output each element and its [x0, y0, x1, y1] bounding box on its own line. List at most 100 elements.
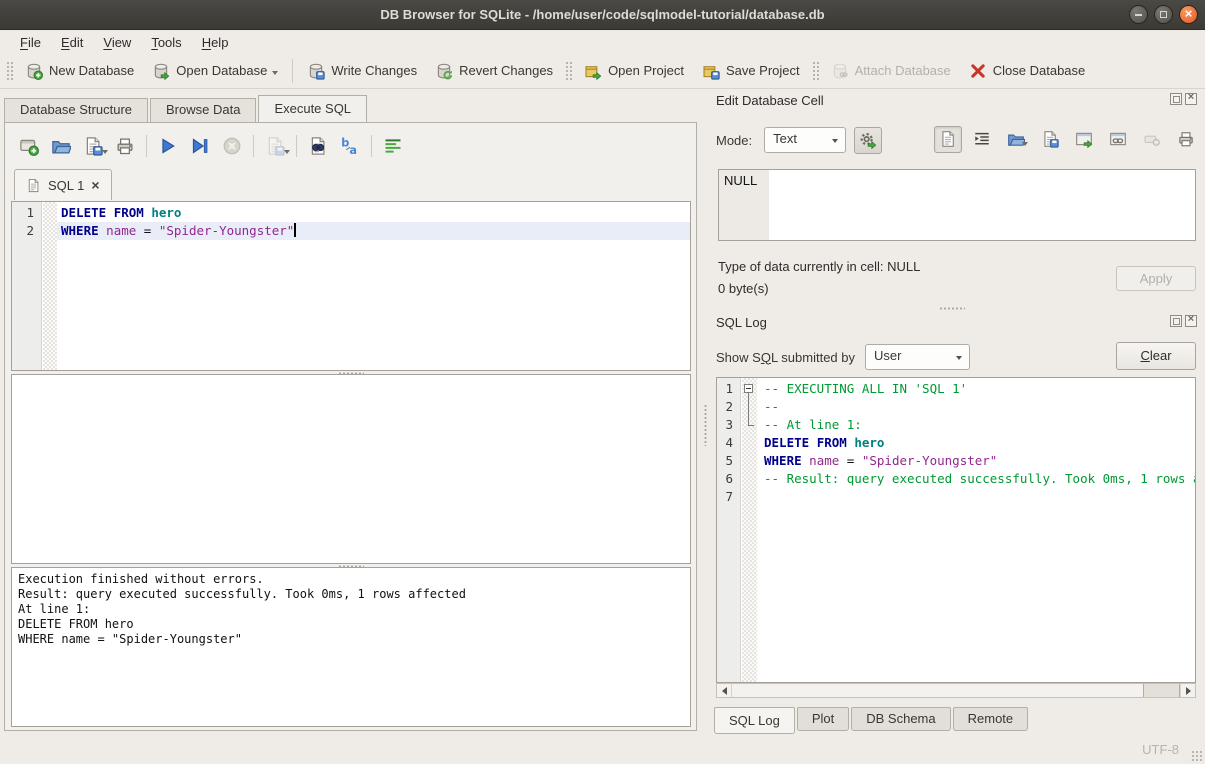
write-changes-button[interactable]: Write Changes	[298, 57, 426, 85]
word-wrap-button[interactable]	[377, 133, 409, 160]
print-cell-button[interactable]	[1172, 126, 1200, 153]
dropdown-arrow-icon[interactable]	[284, 150, 290, 157]
tab-plot[interactable]: Plot	[797, 707, 849, 731]
sql-log-pane[interactable]: 1234567 -- EXECUTING ALL IN 'SQL 1'---- …	[716, 377, 1196, 683]
sql-tab-label: SQL 1	[48, 178, 84, 193]
results-pane[interactable]	[11, 374, 691, 564]
toolbar-handle[interactable]	[811, 60, 820, 82]
new-database-button[interactable]: New Database	[16, 57, 143, 85]
sql-editor[interactable]: 12 DELETE FROM heroWHERE name = "Spider-…	[11, 201, 691, 371]
scrollbar-thumb[interactable]	[1143, 684, 1180, 697]
find-replace-button[interactable]	[302, 133, 334, 160]
titlebar[interactable]: DB Browser for SQLite - /home/user/code/…	[0, 0, 1205, 30]
mode-label: Mode:	[716, 133, 752, 148]
folder-open-icon	[51, 136, 71, 156]
tab-db-schema[interactable]: DB Schema	[851, 707, 950, 731]
save-project-button[interactable]: Save Project	[693, 57, 809, 85]
open-project-button[interactable]: Open Project	[575, 57, 693, 85]
code-line[interactable]: WHERE name = "Spider-Youngster"	[760, 452, 1195, 470]
mode-combobox[interactable]: Text	[764, 127, 846, 153]
cell-type-info: Type of data currently in cell: NULL	[718, 259, 920, 274]
chevron-down-icon	[956, 356, 962, 363]
menu-edit[interactable]: Edit	[51, 33, 93, 52]
save-icon	[1041, 130, 1059, 148]
save-sql-file-button[interactable]	[77, 133, 109, 160]
minimize-button[interactable]	[1129, 5, 1148, 24]
text-mode-button[interactable]	[934, 126, 962, 153]
tab-sql-log[interactable]: SQL Log	[714, 707, 795, 734]
revert-changes-button[interactable]: Revert Changes	[426, 57, 562, 85]
code-line[interactable]: DELETE FROM hero	[57, 204, 690, 222]
close-sql-tab-icon[interactable]: ×	[91, 178, 99, 192]
close-dock-icon[interactable]	[1185, 93, 1197, 105]
code-line[interactable]: -- EXECUTING ALL IN 'SQL 1'	[760, 380, 1195, 398]
log-horizontal-scrollbar[interactable]	[716, 683, 1196, 698]
scroll-right-icon[interactable]	[1180, 684, 1195, 697]
word-wrap-cell-button[interactable]	[968, 126, 996, 153]
tab-database-structure[interactable]: Database Structure	[4, 98, 148, 122]
close-button[interactable]: ×	[1179, 5, 1198, 24]
main-vertical-splitter[interactable]	[699, 89, 712, 735]
code-line[interactable]: WHERE name = "Spider-Youngster"	[57, 222, 690, 240]
dropdown-arrow-icon[interactable]	[1022, 142, 1028, 149]
menu-view[interactable]: View	[93, 33, 141, 52]
main-tab-bar: Database StructureBrowse DataExecute SQL	[4, 96, 369, 122]
new-sql-tab-button[interactable]	[13, 133, 45, 160]
maximize-button[interactable]	[1154, 5, 1173, 24]
import-data-button[interactable]	[1002, 126, 1030, 153]
fold-marker	[742, 416, 757, 434]
export-data-button[interactable]	[1036, 126, 1064, 153]
tab-browse-data[interactable]: Browse Data	[150, 98, 256, 122]
dock-splitter[interactable]	[712, 307, 1192, 310]
dropdown-arrow-icon[interactable]	[102, 150, 108, 157]
copy-link-button[interactable]	[1104, 126, 1132, 153]
log-fold-margin[interactable]	[742, 378, 757, 682]
sql-file-tab[interactable]: SQL 1 ×	[14, 169, 112, 200]
open-sql-file-button[interactable]	[45, 133, 77, 160]
open-database-button[interactable]: Open Database	[143, 57, 287, 85]
encoding-indicator[interactable]: UTF-8	[1142, 742, 1179, 757]
code-line[interactable]: --	[760, 398, 1195, 416]
clear-log-button[interactable]: Clear	[1116, 342, 1196, 370]
float-dock-icon[interactable]	[1170, 93, 1182, 105]
close-dock-icon[interactable]	[1185, 315, 1197, 327]
scroll-left-icon[interactable]	[717, 684, 732, 697]
execute-all-button[interactable]	[152, 133, 184, 160]
dropdown-arrow-icon[interactable]	[272, 71, 278, 78]
toolbar-handle[interactable]	[5, 60, 14, 82]
menu-tools[interactable]: Tools	[141, 33, 191, 52]
code-line[interactable]: -- At line 1:	[760, 416, 1195, 434]
log-line-number-gutter: 1234567	[717, 378, 741, 682]
auto-format-sql-button[interactable]	[334, 133, 366, 160]
float-dock-icon[interactable]	[1170, 315, 1182, 327]
attach-database-button: Attach Database	[822, 57, 960, 85]
auto-switch-mode-button[interactable]	[854, 127, 882, 154]
open-in-external-button[interactable]	[1070, 126, 1098, 153]
menu-help[interactable]: Help	[192, 33, 239, 52]
resize-grip[interactable]	[1191, 750, 1202, 761]
fold-marker[interactable]	[742, 380, 757, 398]
toolbar-separator	[253, 135, 254, 157]
log-filter-combobox[interactable]: User	[865, 344, 970, 370]
tab-execute-sql[interactable]: Execute SQL	[258, 95, 367, 122]
log-code-area[interactable]: -- EXECUTING ALL IN 'SQL 1'---- At line …	[757, 378, 1195, 682]
execution-message-pane[interactable]: Execution finished without errors. Resul…	[11, 567, 691, 727]
menu-file[interactable]: File	[10, 33, 51, 52]
apply-button[interactable]: Apply	[1116, 266, 1196, 291]
execute-current-line-button[interactable]	[184, 133, 216, 160]
code-line[interactable]	[760, 488, 1195, 506]
line-number: 5	[717, 452, 740, 470]
editor-code-area[interactable]: DELETE FROM heroWHERE name = "Spider-You…	[57, 202, 690, 370]
cell-editor[interactable]: NULL	[718, 169, 1196, 241]
db-open-icon	[152, 62, 170, 80]
tab-remote[interactable]: Remote	[953, 707, 1029, 731]
close-database-button[interactable]: Close Database	[960, 57, 1095, 85]
toolbar-handle[interactable]	[564, 60, 573, 82]
collapse-icon[interactable]	[744, 384, 753, 393]
sql-document-icon	[26, 178, 41, 193]
menubar: FileEditViewToolsHelp	[0, 31, 1205, 53]
code-line[interactable]: DELETE FROM hero	[760, 434, 1195, 452]
code-line[interactable]: -- Result: query executed successfully. …	[760, 470, 1195, 488]
cell-edit-area[interactable]	[769, 170, 1195, 240]
print-sql-button[interactable]	[109, 133, 141, 160]
